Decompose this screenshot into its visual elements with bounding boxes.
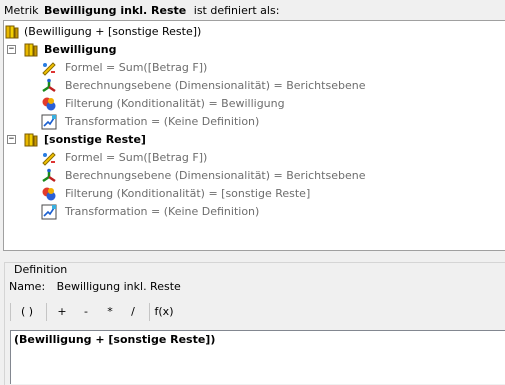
tree-item-label: Formel = Sum([Betrag F]) bbox=[65, 61, 208, 74]
formula-editor[interactable]: (Bewilligung + [sonstige Reste]) bbox=[10, 330, 505, 384]
metric-icon bbox=[5, 24, 21, 40]
formula-icon bbox=[41, 150, 57, 166]
tree-item-label: Formel = Sum([Betrag F]) bbox=[65, 151, 208, 164]
definition-header: Metrik Bewilligung inkl. Reste ist defin… bbox=[4, 3, 279, 19]
multiply-button[interactable]: * bbox=[100, 301, 120, 323]
tree-item-label: Transformation = (Keine Definition) bbox=[65, 205, 260, 218]
metric-tree[interactable]: (Bewilligung + [sonstige Reste]) − Bewil… bbox=[3, 20, 505, 251]
minus-button[interactable]: - bbox=[76, 301, 96, 323]
collapse-toggle[interactable]: − bbox=[7, 135, 16, 144]
tree-item-label: Berechnungsebene (Dimensionalität) = Ber… bbox=[65, 169, 366, 182]
header-suffix: ist definiert als: bbox=[193, 4, 280, 17]
tree-item-label: Filterung (Konditionalität) = [sonstige … bbox=[65, 187, 311, 200]
filter-icon bbox=[41, 186, 57, 202]
dimensionality-icon bbox=[41, 78, 57, 94]
metric-icon bbox=[24, 132, 40, 148]
metric-name: Bewilligung inkl. Reste bbox=[44, 4, 187, 17]
tree-item-label: Berechnungsebene (Dimensionalität) = Ber… bbox=[65, 79, 366, 92]
parentheses-button[interactable]: ( ) bbox=[12, 301, 42, 323]
tree-group-label: [sonstige Reste] bbox=[44, 133, 146, 146]
function-button[interactable]: f(x) bbox=[152, 301, 176, 323]
collapse-toggle[interactable]: − bbox=[7, 45, 16, 54]
name-value: Bewilligung inkl. Reste bbox=[56, 280, 181, 293]
transformation-icon bbox=[41, 114, 57, 130]
header-prefix: Metrik bbox=[4, 4, 39, 17]
name-label: Name: bbox=[9, 280, 46, 293]
tree-root-label: (Bewilligung + [sonstige Reste]) bbox=[24, 25, 202, 38]
formula-icon bbox=[41, 60, 57, 76]
filter-icon bbox=[41, 96, 57, 112]
divide-button[interactable]: / bbox=[123, 301, 143, 323]
definition-group-title: Definition bbox=[12, 263, 70, 276]
metric-icon bbox=[24, 42, 40, 58]
toolbar-separator bbox=[46, 303, 47, 321]
toolbar-separator bbox=[149, 303, 150, 321]
tree-item-label: Filterung (Konditionalität) = Bewilligun… bbox=[65, 97, 285, 110]
toolbar-separator bbox=[10, 303, 11, 321]
dimensionality-icon bbox=[41, 168, 57, 184]
tree-group-label: Bewilligung bbox=[44, 43, 117, 56]
plus-button[interactable]: + bbox=[52, 301, 72, 323]
tree-item-label: Transformation = (Keine Definition) bbox=[65, 115, 260, 128]
definition-name-line: Name: Bewilligung inkl. Reste bbox=[9, 280, 181, 294]
transformation-icon bbox=[41, 204, 57, 220]
